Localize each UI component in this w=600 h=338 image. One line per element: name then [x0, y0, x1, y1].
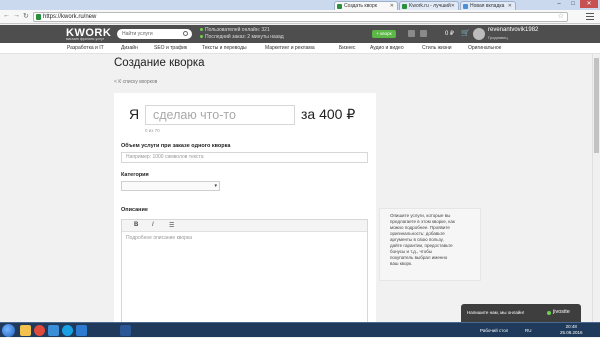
description-label: Описание: [121, 207, 148, 213]
ie-icon[interactable]: [76, 325, 87, 336]
language-indicator[interactable]: RU: [525, 328, 532, 333]
page-title: Создание кворка: [114, 57, 205, 69]
username[interactable]: revenantvovik1982: [488, 27, 538, 33]
category-label: Категория: [121, 172, 149, 178]
clock-date: 25.08.2016: [560, 330, 583, 335]
url-input[interactable]: https://kwork.ru/new ☆: [33, 12, 568, 22]
site-header: KWORK магазин фриланс-услуг Найти услуги…: [0, 25, 600, 43]
windows-taskbar: Рабочий стол RU 20:48 25.08.2016: [0, 322, 600, 337]
scrollbar-thumb[interactable]: [594, 58, 599, 153]
description-hint-box: Опишите услуги, которые вы предлагаете в…: [379, 208, 481, 281]
description-textarea[interactable]: Подробное описание кворка: [122, 232, 367, 244]
chevron-down-icon: ▾: [214, 183, 217, 189]
tab-active[interactable]: Создать кворк ✕: [334, 1, 398, 10]
bold-button[interactable]: B: [134, 222, 138, 228]
back-to-list-link[interactable]: < К списку кворков: [114, 79, 157, 85]
volume-input[interactable]: Например: 1000 символов текста: [121, 152, 368, 163]
kwork-favicon-icon: [402, 4, 407, 9]
tab-label: Создать кворк: [344, 3, 377, 9]
minimize-button[interactable]: –: [552, 0, 566, 8]
tab-kwork[interactable]: Kwork.ru - лучший ✕: [399, 1, 459, 10]
online-users-stat: Пользователей онлайн: 321: [200, 27, 270, 33]
address-bar-row: ← → ↻ https://kwork.ru/new ☆: [0, 10, 600, 24]
description-editor[interactable]: B I ☰ Подробное описание кворка: [121, 219, 368, 325]
status-dot-icon: [200, 35, 203, 39]
kwork-title-input[interactable]: сделаю что-то: [145, 105, 295, 125]
description-placeholder: Подробное описание кворка: [126, 235, 193, 241]
category-select[interactable]: ▾: [121, 181, 220, 191]
start-button[interactable]: [2, 324, 15, 337]
explorer-icon[interactable]: [20, 325, 31, 336]
media-icon[interactable]: [48, 325, 59, 336]
title-placeholder: сделаю что-то: [153, 108, 236, 122]
chat-message: Напишите нам, мы онлайн!: [467, 310, 525, 315]
kwork-favicon-icon: [337, 4, 342, 9]
add-kwork-button[interactable]: + кворк: [372, 30, 396, 38]
last-order-text: Последний заказ: 2 минуты назад: [205, 34, 284, 40]
chat-widget[interactable]: Напишите нам, мы онлайн! jivosite: [461, 304, 581, 322]
bookmark-star-icon[interactable]: ☆: [558, 13, 564, 21]
chrome-icon[interactable]: [34, 325, 45, 336]
volume-placeholder: Например: 1000 символов текста: [126, 154, 204, 160]
clock[interactable]: 20:48 25.08.2016: [560, 324, 583, 336]
kwork-price: за 400 ₽: [301, 106, 356, 122]
category-marketing[interactable]: Маркетинг и реклама: [265, 45, 315, 51]
online-dot-icon: [547, 311, 551, 315]
page-favicon-icon: [463, 4, 468, 9]
skype-icon[interactable]: [62, 325, 73, 336]
maximize-button[interactable]: □: [566, 0, 580, 8]
category-seo[interactable]: SEO и трафик: [154, 45, 187, 51]
kwork-form-card: Я сделаю что-то за 400 ₽ 0 из 70 Объем у…: [114, 93, 376, 325]
editor-toolbar: B I ☰: [122, 220, 367, 232]
online-users-text: Пользователей онлайн: 321: [205, 27, 270, 33]
hint-line: ваш кворк.: [390, 261, 413, 266]
messages-icon[interactable]: [408, 30, 415, 37]
category-original[interactable]: Оригинальное: [468, 45, 501, 51]
user-city: Гродиявец: [488, 35, 508, 40]
menu-icon[interactable]: [586, 13, 594, 22]
category-design[interactable]: Дизайн: [121, 45, 138, 51]
browser-tab-strip: Создать кворк ✕ Kwork.ru - лучший ✕ Нова…: [0, 0, 600, 10]
chat-brand: jivosite: [553, 309, 570, 315]
category-nav: Разработка и IT Дизайн SEO и трафик Текс…: [0, 43, 600, 54]
tab-label: Новая вкладка: [470, 3, 505, 9]
page-scrollbar[interactable]: [592, 54, 600, 322]
search-icon[interactable]: [183, 31, 188, 36]
title-prefix: Я: [129, 106, 140, 122]
close-tab-icon[interactable]: ✕: [508, 3, 512, 9]
tab-new[interactable]: Новая вкладка ✕: [460, 1, 516, 10]
title-char-counter: 0 из 70: [145, 128, 160, 133]
reload-icon[interactable]: ↻: [23, 12, 29, 20]
volume-label: Объем услуги при заказе одного кворка: [121, 143, 231, 149]
search-placeholder: Найти услуги: [122, 31, 153, 37]
italic-button[interactable]: I: [152, 222, 154, 228]
balance[interactable]: 0 ₽: [445, 30, 454, 37]
notifications-icon[interactable]: [420, 30, 427, 37]
tab-label: Kwork.ru - лучший: [409, 3, 451, 9]
last-order-stat: Последний заказ: 2 минуты назад: [200, 34, 284, 40]
url-text: https://kwork.ru/new: [43, 14, 97, 20]
desktop-label[interactable]: Рабочий стол: [480, 328, 508, 333]
category-texts[interactable]: Тексты и переводы: [202, 45, 247, 51]
lock-icon: [36, 14, 41, 20]
category-dev-it[interactable]: Разработка и IT: [67, 45, 104, 51]
list-button[interactable]: ☰: [169, 222, 174, 229]
category-business[interactable]: Бизнес: [339, 45, 355, 51]
word-icon[interactable]: [120, 325, 131, 336]
site-logo[interactable]: KWORK магазин фриланс-услуг: [66, 27, 111, 41]
close-tab-icon[interactable]: ✕: [451, 3, 455, 9]
back-icon[interactable]: ←: [3, 12, 10, 19]
close-tab-icon[interactable]: ✕: [390, 3, 394, 9]
close-window-button[interactable]: ✕: [580, 0, 598, 8]
category-lifestyle[interactable]: Стиль жизни: [422, 45, 452, 51]
cart-icon[interactable]: 🛒: [461, 29, 470, 37]
search-input[interactable]: Найти услуги: [117, 29, 192, 39]
status-dot-icon: [200, 28, 203, 32]
avatar[interactable]: [473, 28, 485, 40]
forward-icon[interactable]: →: [13, 12, 20, 19]
category-audio-video[interactable]: Аудио и видео: [370, 45, 404, 51]
